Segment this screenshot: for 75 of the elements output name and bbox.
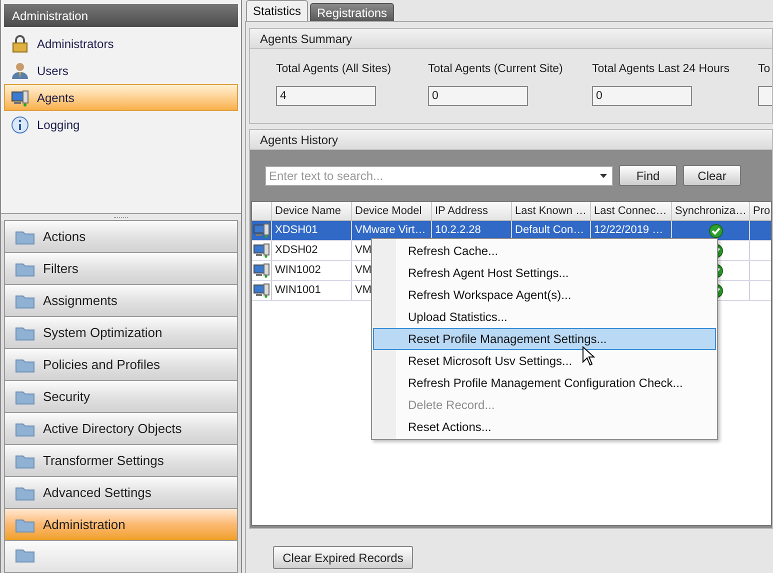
- cursor-icon: [582, 346, 595, 366]
- clear-expired-records-button[interactable]: Clear Expired Records: [273, 546, 413, 569]
- column-header[interactable]: Pro: [750, 202, 771, 220]
- sidebar-item[interactable]: Agents: [4, 84, 238, 111]
- nav-button[interactable]: Assignments: [4, 284, 238, 317]
- stat-field[interactable]: 0: [428, 86, 528, 106]
- sidebar-item[interactable]: Administrators: [4, 30, 238, 57]
- nav-button[interactable]: Filters: [4, 252, 238, 285]
- table-cell-text: VM: [354, 243, 372, 258]
- menu-item[interactable]: Upload Statistics...: [373, 306, 716, 328]
- nav-button[interactable]: Policies and Profiles: [4, 348, 238, 381]
- folder-icon: [15, 228, 35, 244]
- nav-button[interactable]: Administration: [4, 508, 238, 541]
- table-cell-text: XDSH02: [274, 243, 319, 258]
- table-cell-text: VM: [354, 283, 372, 298]
- folder-icon: [15, 260, 35, 276]
- nav-button[interactable]: Advanced Settings: [4, 476, 238, 509]
- table-cell-text: WIN1001: [274, 283, 322, 298]
- table-cell-text: VMware Virt…: [354, 223, 427, 238]
- group-header: Agents History: [250, 130, 772, 150]
- menu-item[interactable]: Reset Microsoft Usv Settings...: [373, 350, 716, 372]
- table-cell-text: Default Con…: [514, 223, 586, 238]
- column-header[interactable]: Device Name: [272, 202, 352, 220]
- nav-button[interactable]: Active Directory Objects: [4, 412, 238, 445]
- find-button[interactable]: Find: [619, 165, 677, 186]
- tab[interactable]: Statistics: [246, 0, 308, 21]
- folder-icon: [15, 292, 35, 308]
- folder-icon: [15, 356, 35, 372]
- stat-label: Total Agents Last 24 Hours: [592, 62, 730, 77]
- menu-item[interactable]: Refresh Workspace Agent(s)...: [373, 284, 716, 306]
- folder-icon: [15, 420, 35, 436]
- menu-item[interactable]: Refresh Cache...: [373, 240, 716, 262]
- folder-icon: [15, 547, 35, 563]
- sidebar-item[interactable]: Logging: [4, 111, 238, 138]
- nav-button[interactable]: Actions: [4, 220, 238, 253]
- nav-button[interactable]: Security: [4, 380, 238, 413]
- column-header[interactable]: Last Connec…: [591, 202, 672, 220]
- nav-button[interactable]: [4, 540, 238, 573]
- nav-button[interactable]: System Optimization: [4, 316, 238, 349]
- folder-icon: [15, 324, 35, 340]
- folder-icon: [15, 388, 35, 404]
- padlock-icon: [11, 34, 29, 52]
- stat-field[interactable]: 0: [592, 86, 692, 106]
- table-cell-text: 10.2.2.28: [434, 223, 482, 238]
- table-row[interactable]: XDSH01 VMware Virt… 10.2.2.28 Default Con… 12/22/2019 …: [252, 221, 771, 241]
- info-icon: [11, 116, 29, 134]
- column-header[interactable]: Device Model: [352, 202, 432, 220]
- stat-field[interactable]: 4: [276, 86, 376, 106]
- group-header: Agents Summary: [250, 29, 772, 49]
- panel-header: Administration: [4, 4, 238, 27]
- table-cell-text: WIN1002: [274, 263, 322, 278]
- folder-icon: [15, 516, 35, 532]
- search-field[interactable]: Enter text to search...: [265, 166, 613, 186]
- menu-item[interactable]: Reset Actions...: [373, 416, 716, 438]
- nav-button[interactable]: Transformer Settings: [4, 444, 238, 477]
- table-cell-text: 12/22/2019 …: [593, 223, 664, 238]
- folder-icon: [15, 484, 35, 500]
- computer-icon: [11, 88, 29, 106]
- column-header[interactable]: Last Known …: [512, 202, 591, 220]
- stat-label: Total Agents (Current Site): [428, 62, 564, 77]
- stat-label: Total Agents (All Sites): [276, 62, 392, 77]
- column-header[interactable]: Synchroniza…: [672, 202, 750, 220]
- dropdown-icon[interactable]: [600, 174, 607, 178]
- column-header[interactable]: IP Address: [432, 202, 512, 220]
- stat-label: To: [758, 62, 772, 77]
- folder-icon: [15, 452, 35, 468]
- clear-button[interactable]: Clear: [683, 165, 741, 186]
- table-cell-text: XDSH01: [274, 223, 319, 238]
- user-icon: [11, 62, 29, 80]
- tab[interactable]: Registrations: [310, 3, 394, 21]
- sidebar-item[interactable]: Users: [4, 57, 238, 84]
- menu-item[interactable]: Reset Profile Management Settings...: [373, 328, 716, 350]
- menu-item[interactable]: Refresh Agent Host Settings...: [373, 262, 716, 284]
- table-cell-text: VM: [354, 263, 372, 278]
- menu-item[interactable]: Refresh Profile Management Configuration Check...: [373, 372, 716, 394]
